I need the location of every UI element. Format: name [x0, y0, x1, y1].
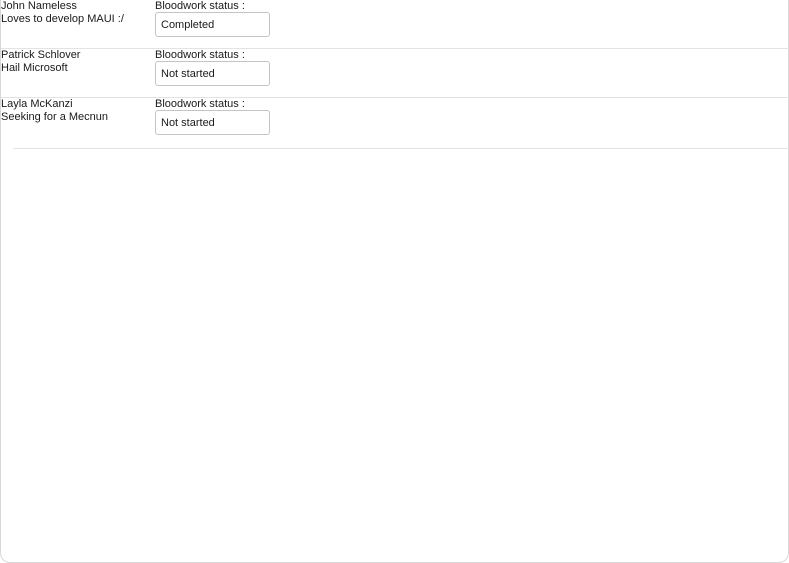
patient-description: Loves to develop MAUI :/ — [1, 13, 124, 25]
bloodwork-status-block: Bloodwork status : — [155, 0, 270, 37]
patient-name: Patrick Schlover — [1, 49, 81, 61]
list-item: Patrick Schlover Hail Microsoft Bloodwor… — [1, 49, 789, 98]
bloodwork-status-block: Bloodwork status : — [155, 49, 270, 86]
bloodwork-status-field[interactable] — [155, 12, 270, 37]
list-bottom-divider — [13, 148, 789, 149]
bloodwork-status-field[interactable] — [155, 61, 270, 86]
patient-name: John Nameless — [1, 0, 77, 12]
patient-description: Seeking for a Mecnun — [1, 111, 109, 123]
list-item: Layla McKanzi Seeking for a Mecnun Blood… — [1, 98, 789, 147]
bloodwork-status-block: Bloodwork status : — [155, 98, 270, 135]
bloodwork-status-field[interactable] — [155, 110, 270, 135]
patient-name: Layla McKanzi — [1, 98, 73, 110]
patient-info: John Nameless Loves to develop MAUI :/ — [1, 0, 124, 26]
patient-list: John Nameless Loves to develop MAUI :/ B… — [1, 0, 789, 147]
patient-info: Layla McKanzi Seeking for a Mecnun — [1, 98, 108, 124]
patient-description: Hail Microsoft — [1, 62, 68, 74]
list-item: John Nameless Loves to develop MAUI :/ B… — [1, 0, 789, 49]
app-window: John Nameless Loves to develop MAUI :/ B… — [0, 0, 789, 563]
patient-info: Patrick Schlover Hail Microsoft — [1, 49, 80, 75]
